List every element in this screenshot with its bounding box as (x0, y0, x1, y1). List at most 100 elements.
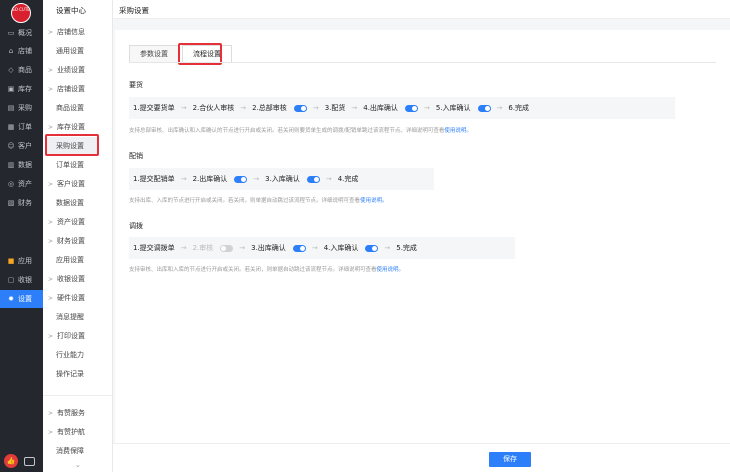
rail-item-orders[interactable]: ▦ 订单 (0, 118, 43, 136)
rail-item-settings[interactable]: ✹ 设置 (0, 290, 43, 308)
subnav-item-cashier[interactable]: 收银设置 (43, 270, 113, 288)
usage-link[interactable]: 使用说明。 (360, 198, 388, 204)
rail-item-label: 采购 (18, 104, 32, 112)
rail-item-overview[interactable]: ▭ 概况 (0, 24, 43, 42)
section-title-transfer: 调拨 (129, 222, 143, 230)
flow-step: 4.完成 (338, 174, 359, 184)
rail-item-label: 设置 (18, 295, 32, 303)
usage-link[interactable]: 使用说明。 (377, 267, 405, 273)
toggle-switch[interactable] (477, 104, 491, 112)
save-button[interactable]: 保存 (489, 452, 531, 467)
subnav-item-performance[interactable]: 业绩设置 (43, 61, 113, 79)
arrow-right-icon: → (240, 104, 247, 112)
rail-item-label: 商品 (18, 66, 32, 74)
main-rail: SO CUTE ▭ 概况 ⌂ 店铺 ◇ 商品 ▣ 库存 ▤ 采购 ▦ 订单 ☺ 客户 ▥ 数据 … (0, 0, 43, 472)
flow-step: 3.出库确认 (251, 243, 306, 253)
apps-icon: ■ (7, 257, 15, 265)
subnav-title: 设置中心 (56, 6, 86, 15)
step-label: 4.出库确认 (363, 104, 398, 112)
rail-item-label: 客户 (18, 142, 32, 150)
rail-item-apps[interactable]: ■ 应用 (0, 252, 43, 270)
toggle-switch[interactable] (293, 104, 307, 112)
flow-step: 4.出库确认 (363, 103, 418, 113)
toggle-switch[interactable] (365, 244, 379, 252)
subnav-item-consumer-protection[interactable]: 消费保障 (43, 442, 113, 460)
help-note-text: 支持审核、出库和入库的节点进行开启或关闭。若关闭，则单据自动跳过该流程节点。详细… (129, 267, 377, 273)
tab-params[interactable]: 参数设置 (129, 45, 179, 63)
subnav-item-orders[interactable]: 订单设置 (43, 156, 113, 174)
rail-item-assets[interactable]: ◎ 资产 (0, 175, 43, 193)
rail-item-store[interactable]: ⌂ 店铺 (0, 42, 43, 60)
thumbs-up-icon[interactable]: 👍 (4, 454, 18, 468)
toggle-switch (220, 244, 234, 252)
brand-logo[interactable]: SO CUTE (11, 3, 31, 23)
flow-step: 6.完成 (508, 103, 529, 113)
store-icon: ⌂ (8, 47, 14, 55)
step-label: 4.入库确认 (323, 244, 359, 252)
section-title-request: 要货 (129, 81, 143, 89)
gear-icon: ✹ (8, 295, 14, 303)
help-note: 支持出库、入库的节点进行开启或关闭。若关闭，则单据自动跳过该流程节点。详细说明可… (129, 196, 388, 204)
subnav-item-assets[interactable]: 资产设置 (43, 213, 113, 231)
rail-item-inventory[interactable]: ▣ 库存 (0, 80, 43, 98)
rail-item-data[interactable]: ▥ 数据 (0, 156, 43, 174)
arrow-right-icon: → (180, 104, 187, 112)
bag-icon: ▤ (7, 104, 15, 112)
finance-icon: ▧ (7, 199, 15, 207)
section-title-distribution: 配销 (129, 152, 143, 160)
step-label: 3.配货 (324, 104, 346, 112)
subnav-item-youzan-escort[interactable]: 有赞护航 (43, 423, 113, 441)
chevron-down-icon[interactable]: ⌄ (75, 461, 81, 469)
tag-icon: ◇ (8, 66, 14, 74)
subnav-item-apps[interactable]: 应用设置 (43, 251, 113, 269)
rail-item-label: 收银 (18, 276, 32, 284)
purchase-highlight-box (45, 134, 99, 156)
subnav-item-customers[interactable]: 客户设置 (43, 175, 113, 193)
toggle-switch[interactable] (404, 104, 418, 112)
rail-item-label: 订单 (18, 123, 32, 131)
subnav-item-industry[interactable]: 行业能力 (43, 346, 113, 364)
subnav-item-finance[interactable]: 财务设置 (43, 232, 113, 250)
help-note-text: 支持总部审核、出库确认和入库确认的节点进行开启或关闭。若关闭则要货单生成的调拨/… (129, 128, 445, 134)
flow-step: 5.入库确认 (436, 103, 491, 113)
rail-item-cashier[interactable]: ▢ 收银 (0, 271, 43, 289)
arrow-right-icon: → (180, 244, 187, 252)
subnav-item-logs[interactable]: 操作记录 (43, 365, 113, 383)
subnav-item-data[interactable]: 数据设置 (43, 194, 113, 212)
flow-step: 3.入库确认 (265, 174, 320, 184)
rail-item-finance[interactable]: ▧ 财务 (0, 194, 43, 212)
flow-step: 4.入库确认 (324, 243, 379, 253)
page-title: 采购设置 (119, 6, 149, 15)
step-label: 2.总部审核 (252, 104, 287, 112)
flow-step: 2.总部审核 (252, 103, 307, 113)
toggle-switch[interactable] (292, 244, 306, 252)
rail-item-customers[interactable]: ☺ 客户 (0, 137, 43, 155)
subnav-item-store-info[interactable]: 店铺信息 (43, 23, 113, 41)
chart-icon: ▥ (7, 161, 15, 169)
arrow-right-icon: → (239, 244, 246, 252)
toggle-switch[interactable] (306, 175, 320, 183)
arrow-right-icon: → (384, 244, 391, 252)
flow-request: 1.提交要货单 → 2.合伙人审核 → 2.总部审核 → 3.配货 → 4.出库… (129, 97, 675, 119)
flow-step: 1.提交配销单 (133, 174, 175, 184)
chat-icon[interactable] (24, 456, 35, 466)
step-label: 3.出库确认 (251, 244, 286, 252)
usage-link[interactable]: 使用说明。 (444, 128, 472, 134)
rail-item-label: 数据 (18, 161, 32, 169)
subnav-item-print[interactable]: 打印设置 (43, 327, 113, 345)
rail-item-purchase[interactable]: ▤ 采购 (0, 99, 43, 117)
subnav-item-store-settings[interactable]: 店铺设置 (43, 80, 113, 98)
subnav-item-hardware[interactable]: 硬件设置 (43, 289, 113, 307)
subnav-item-youzan-service[interactable]: 有赞服务 (43, 404, 113, 422)
subnav-item-goods[interactable]: 商品设置 (43, 99, 113, 117)
step-label: 6.完成 (508, 104, 530, 112)
arrow-right-icon: → (312, 104, 319, 112)
arrow-right-icon: → (423, 104, 430, 112)
toggle-switch[interactable] (234, 175, 248, 183)
subnav-item-general[interactable]: 通用设置 (43, 42, 113, 60)
page-header: 采购设置 (113, 0, 730, 19)
rail-item-label: 资产 (18, 180, 32, 188)
rail-item-goods[interactable]: ◇ 商品 (0, 61, 43, 79)
subnav-item-messages[interactable]: 消息提醒 (43, 308, 113, 326)
rail-bottom: 👍 (0, 450, 43, 472)
